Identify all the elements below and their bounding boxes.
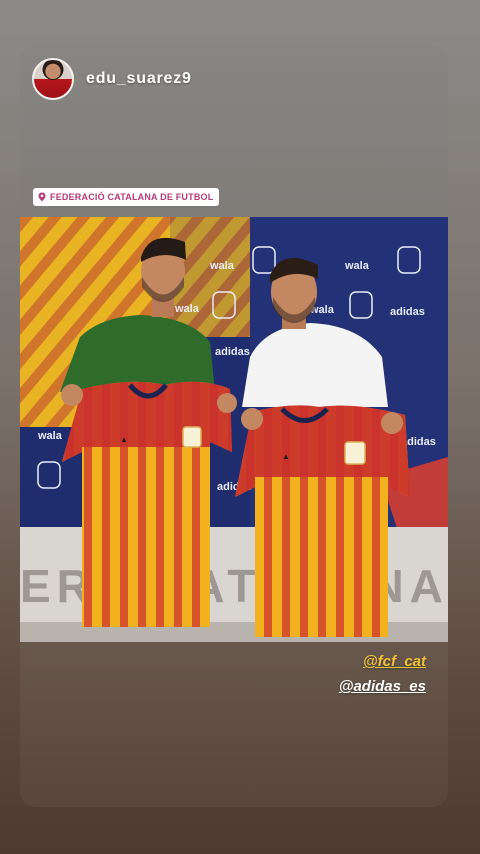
jersey-left: ▲: [62, 381, 232, 627]
story-photo: wala wala wala wala wala adidas adidas a…: [20, 217, 448, 642]
adidas-logo: adidas: [215, 346, 250, 358]
username[interactable]: edu_suarez9: [86, 70, 192, 88]
wala-logo: wala: [209, 260, 235, 272]
wala-logo: wala: [37, 430, 63, 442]
photo-illustration: wala wala wala wala wala adidas adidas a…: [20, 217, 448, 642]
location-pin-icon: [38, 192, 46, 202]
story-header: edu_suarez9: [32, 57, 192, 101]
adidas-logo: adidas: [390, 306, 425, 318]
jersey-right: ▲: [235, 405, 410, 637]
wala-logo: wala: [344, 260, 370, 272]
mention-fcf-cat[interactable]: @fcf_cat: [363, 653, 426, 670]
location-label: FEDERACIÓ CATALANA DE FUTBOL: [50, 192, 214, 202]
story-card: edu_suarez9 FEDERACIÓ CATALANA DE FUTBOL: [20, 45, 448, 807]
wala-logo: wala: [174, 303, 200, 315]
avatar[interactable]: [32, 58, 74, 100]
svg-text:▲: ▲: [120, 435, 128, 444]
svg-text:▲: ▲: [282, 452, 290, 461]
mention-adidas-es[interactable]: @adidas_es: [339, 678, 426, 695]
location-sticker[interactable]: FEDERACIÓ CATALANA DE FUTBOL: [33, 188, 220, 206]
